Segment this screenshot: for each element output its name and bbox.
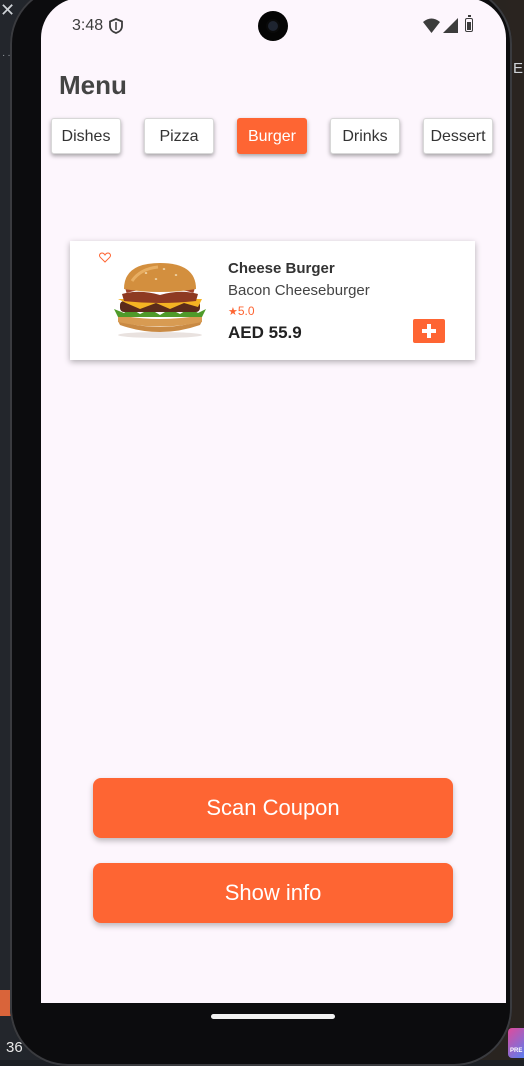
- home-indicator[interactable]: [211, 1014, 335, 1019]
- battery-icon: [465, 15, 473, 32]
- show-info-button[interactable]: Show info: [93, 863, 453, 923]
- tab-drinks[interactable]: Drinks: [330, 118, 400, 154]
- shield-icon: [109, 18, 123, 34]
- app-badge-icon[interactable]: PRE: [508, 1028, 524, 1058]
- item-rating: ★5.0: [228, 304, 255, 318]
- phone-frame: 3:48 Menu Dishes Pizza Burger Drinks Des…: [10, 0, 512, 1066]
- wifi-icon: [423, 18, 440, 33]
- item-name: Cheese Burger: [228, 260, 335, 277]
- desktop-letter: E: [512, 60, 523, 77]
- star-icon: ★: [228, 305, 238, 318]
- category-tabs: Dishes Pizza Burger Drinks Dessert: [51, 118, 496, 158]
- scan-coupon-button[interactable]: Scan Coupon: [93, 778, 453, 838]
- menu-item-card[interactable]: Cheese Burger Bacon Cheeseburger ★5.0 AE…: [70, 241, 475, 360]
- tab-burger[interactable]: Burger: [237, 118, 307, 154]
- signal-icon: [443, 18, 458, 33]
- item-description: Bacon Cheeseburger: [228, 282, 370, 299]
- page-title: Menu: [59, 70, 127, 100]
- tab-dessert[interactable]: Dessert: [423, 118, 493, 154]
- tab-dishes[interactable]: Dishes: [51, 118, 121, 154]
- app-screen: 3:48 Menu Dishes Pizza Burger Drinks Des…: [41, 0, 506, 1003]
- status-time: 3:48: [72, 17, 104, 34]
- burger-image: [114, 263, 206, 338]
- rating-value: 5.0: [237, 304, 255, 318]
- front-camera: [258, 11, 288, 41]
- tab-pizza[interactable]: Pizza: [144, 118, 214, 154]
- add-to-cart-button[interactable]: [413, 319, 445, 343]
- item-price: AED 55.9: [228, 323, 302, 342]
- app-badge-text: PRE: [510, 1048, 523, 1054]
